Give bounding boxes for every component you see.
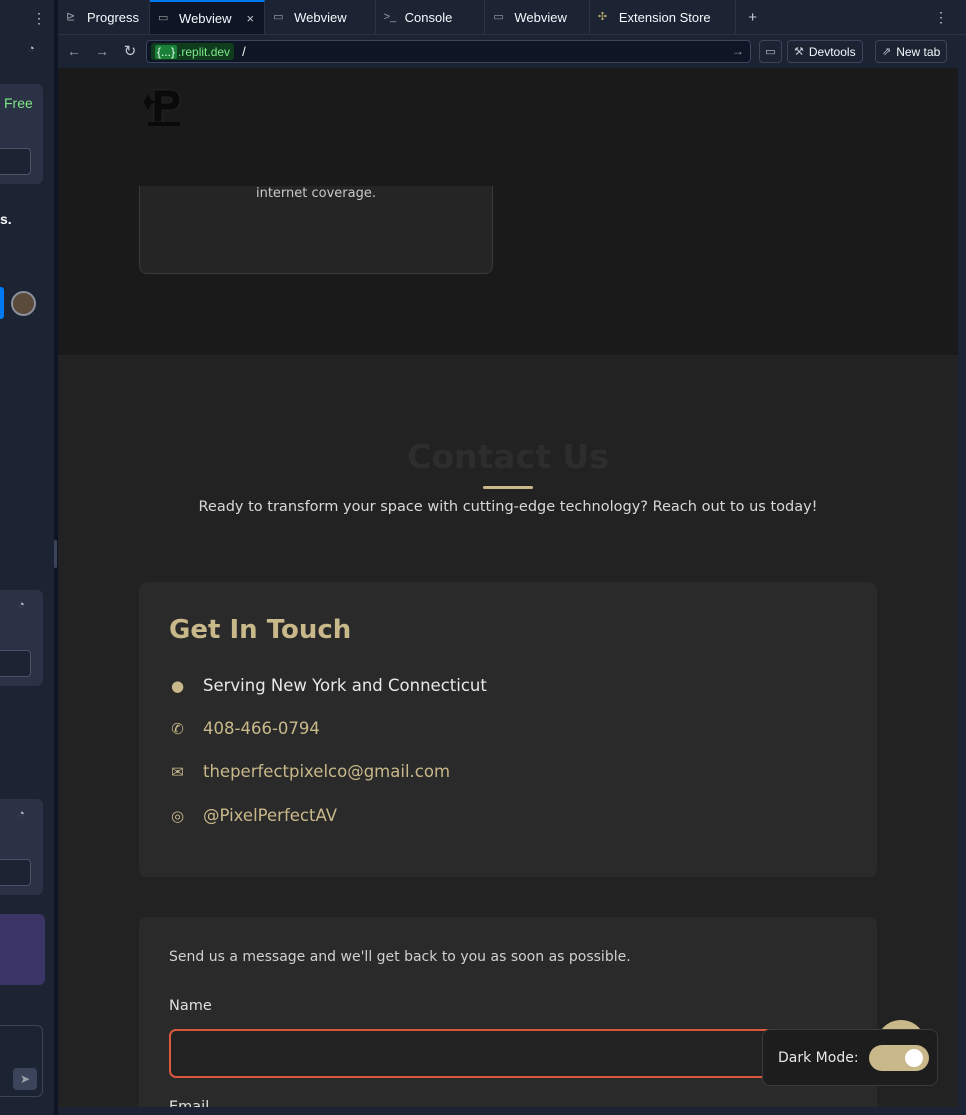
url-input[interactable]: {...} .replit.dev / → <box>146 40 751 63</box>
new-tab-button[interactable]: ⇗ New tab <box>875 40 948 63</box>
tab-label: Extension Store <box>618 9 711 25</box>
tab-label: Webview <box>179 10 232 26</box>
monitor-icon: ▭ <box>158 12 169 24</box>
panel-input[interactable] <box>0 148 31 175</box>
left-pane: ⋮ ◔ Free s. ◔ ◔ ➤ <box>0 0 55 1115</box>
webview-bottom-edge <box>58 1107 966 1115</box>
free-label[interactable]: Free <box>4 95 33 111</box>
monitor-icon: ▭ <box>765 46 776 58</box>
get-in-touch-card: Get In Touch ● Serving New York and Conn… <box>139 582 877 877</box>
dark-mode-toggle[interactable] <box>868 1044 929 1071</box>
more-options-icon[interactable]: ⋮ <box>934 9 948 26</box>
contact-section: Contact Us Ready to transform your space… <box>58 355 958 1107</box>
pixel-perfect-logo[interactable] <box>144 86 184 128</box>
active-indicator <box>0 287 4 319</box>
reload-icon[interactable]: ↻ <box>116 42 144 60</box>
monitor-icon: ▭ <box>493 11 504 23</box>
gauge-icon[interactable]: ◔ <box>18 808 32 822</box>
tab-webview[interactable]: ▭ Webview <box>265 0 376 34</box>
panel-input[interactable] <box>0 859 31 886</box>
site-header <box>58 68 958 186</box>
name-input[interactable] <box>169 1029 849 1078</box>
terminal-icon: >_ <box>383 11 397 23</box>
side-panel-2: ◔ <box>0 590 43 686</box>
contact-title: Contact Us <box>407 437 609 476</box>
domain-chip[interactable]: {...} .replit.dev <box>151 43 235 60</box>
tab-console[interactable]: >_ Console <box>376 0 486 34</box>
email-row: ✉ theperfectpixelco@gmail.com <box>169 762 450 781</box>
back-arrow-icon[interactable]: ← <box>60 43 88 59</box>
tab-webview[interactable]: ▭ Webview <box>485 0 590 34</box>
puzzle-icon: ✣ <box>597 11 608 23</box>
tab-extension-store[interactable]: ✣ Extension Store <box>590 0 736 34</box>
gauge-icon[interactable]: ◔ <box>28 43 42 57</box>
monitor-icon: ▭ <box>273 11 284 23</box>
map-pin-icon: ● <box>170 676 185 695</box>
tab-bar: ⊵ Progress ▭ Webview × ▭ Webview >_ Cons… <box>58 0 966 35</box>
partial-text: s. <box>0 211 12 227</box>
phone-icon: ✆ <box>171 719 184 738</box>
new-tab-label: New tab <box>896 44 941 59</box>
promo-panel[interactable] <box>0 914 45 985</box>
get-in-touch-title: Get In Touch <box>169 615 352 645</box>
go-arrow-icon[interactable]: → <box>732 44 744 58</box>
instagram-icon: ◎ <box>170 806 185 825</box>
location-row: ● Serving New York and Connecticut <box>169 676 487 695</box>
progress-icon: ⊵ <box>66 11 76 23</box>
domain-text: .replit.dev <box>178 44 231 59</box>
close-icon[interactable]: × <box>247 11 255 26</box>
email-label: Email <box>169 1099 210 1107</box>
devtools-button[interactable]: ⚒ Devtools <box>787 40 863 63</box>
new-tab-plus-icon[interactable]: + <box>736 0 770 34</box>
envelope-icon: ✉ <box>171 762 184 781</box>
name-label: Name <box>169 998 212 1014</box>
wrench-icon: ⚒ <box>794 46 804 58</box>
phone-row: ✆ 408-466-0794 <box>169 719 320 738</box>
plan-panel: Free <box>0 84 43 184</box>
location-text: Serving New York and Connecticut <box>203 676 487 695</box>
menu-dots-icon[interactable]: ⋮ <box>32 10 46 27</box>
form-intro: Send us a message and we'll get back to … <box>169 949 631 965</box>
address-bar: ← → ↻ {...} .replit.dev / → ▭ ⚒ Devtools… <box>58 35 966 68</box>
tab-webview-active[interactable]: ▭ Webview × <box>150 0 266 34</box>
email-link[interactable]: theperfectpixelco@gmail.com <box>203 762 450 781</box>
instagram-row: ◎ @PixelPerfectAV <box>169 806 337 825</box>
replit-brace-icon: {...} <box>155 44 178 59</box>
toggle-knob <box>904 1048 923 1067</box>
tab-progress[interactable]: ⊵ Progress <box>58 0 151 34</box>
tab-label: Webview <box>294 9 347 25</box>
side-panel-3: ◔ <box>0 799 43 895</box>
dark-mode-label: Dark Mode: <box>778 1049 859 1066</box>
tab-label: Webview <box>514 9 567 25</box>
url-path[interactable]: / <box>242 44 246 59</box>
contact-subtitle: Ready to transform your space with cutti… <box>198 499 818 515</box>
forward-arrow-icon[interactable]: → <box>88 43 116 59</box>
dark-mode-panel: Dark Mode: <box>762 1029 938 1086</box>
webview-scroll-edge <box>958 68 966 1107</box>
tab-label: Console <box>404 9 453 25</box>
panel-input[interactable] <box>0 650 31 677</box>
gauge-icon[interactable]: ◔ <box>18 599 32 613</box>
chat-input-panel[interactable]: ➤ <box>0 1025 43 1097</box>
webview-content: Mesh WiFi systems that provide reliable,… <box>58 68 958 1107</box>
phone-link[interactable]: 408-466-0794 <box>203 719 320 738</box>
send-icon[interactable]: ➤ <box>13 1068 37 1090</box>
title-underline <box>483 486 533 489</box>
pane-resize-handle[interactable] <box>54 540 57 568</box>
tab-label: Progress <box>87 9 140 25</box>
avatar[interactable] <box>11 291 36 316</box>
devtools-label: Devtools <box>808 44 856 59</box>
instagram-link[interactable]: @PixelPerfectAV <box>203 806 337 825</box>
external-link-icon: ⇗ <box>882 46 892 58</box>
device-preview-button[interactable]: ▭ <box>759 40 782 63</box>
